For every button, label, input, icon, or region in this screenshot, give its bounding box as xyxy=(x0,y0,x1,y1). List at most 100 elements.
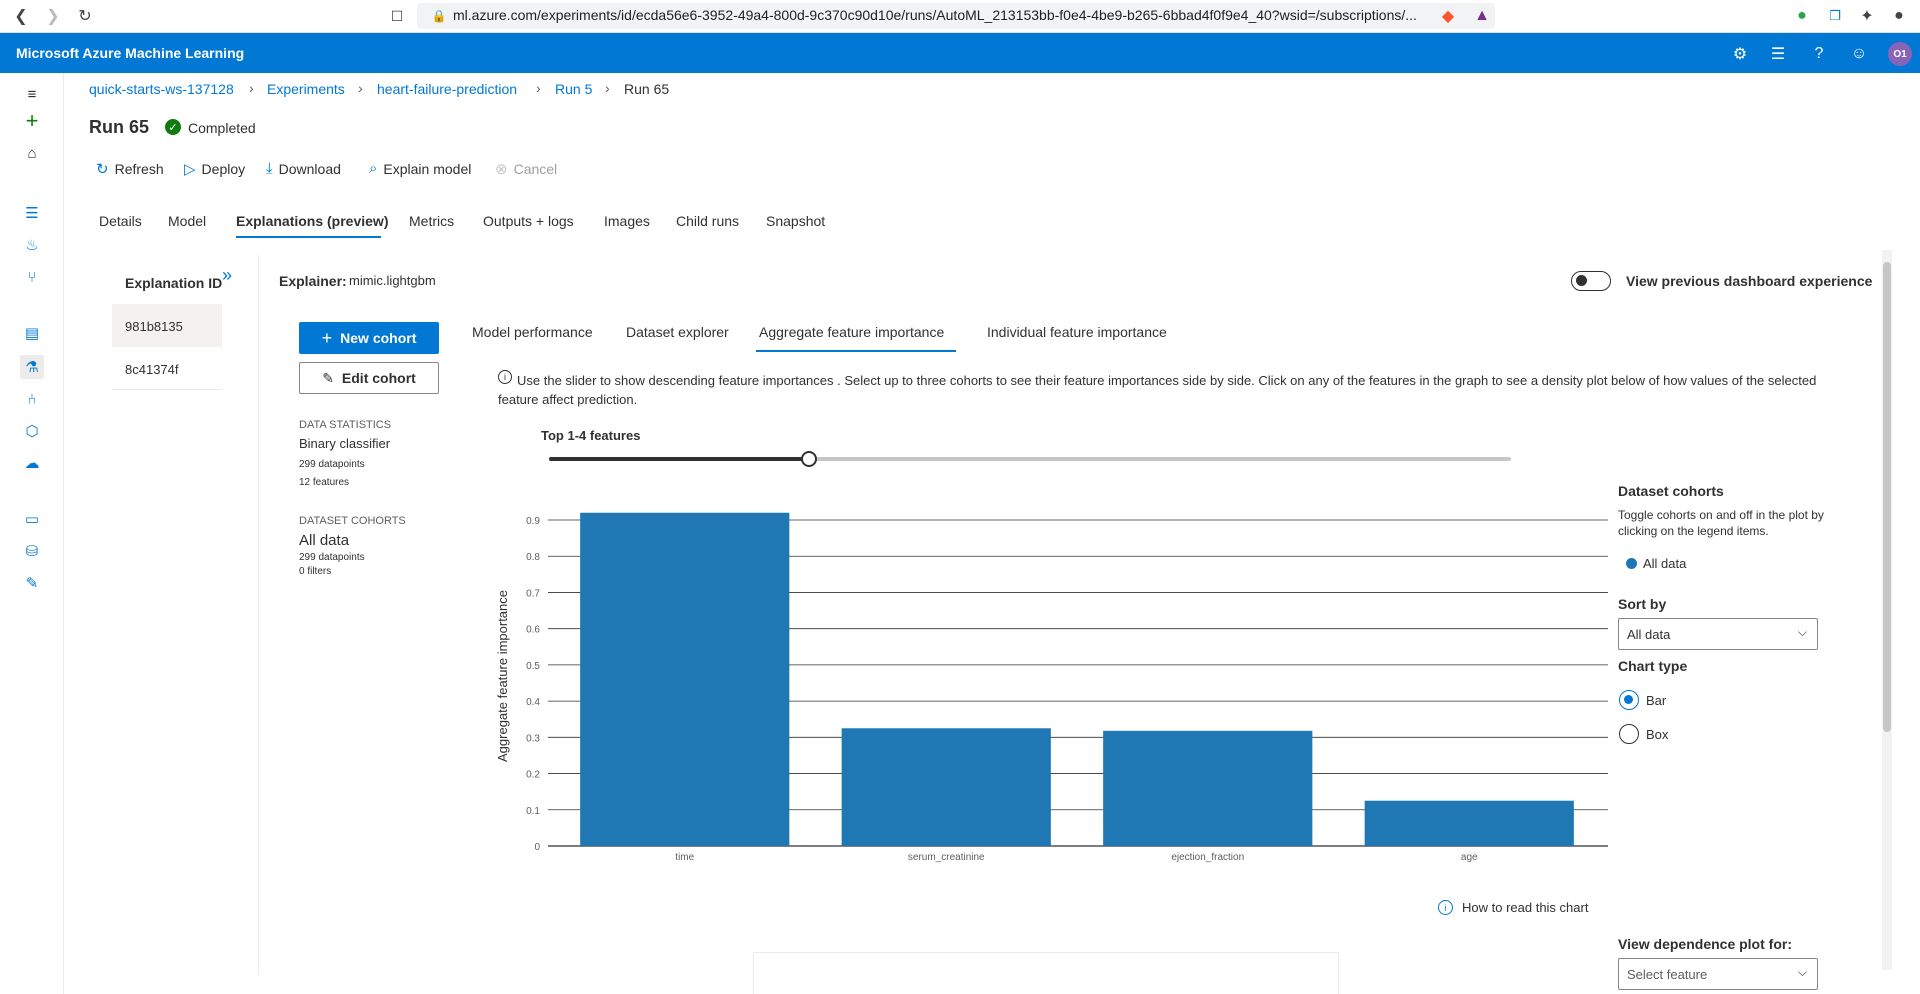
explain-model-label: Explain model xyxy=(383,160,472,177)
back-icon[interactable]: ❮ xyxy=(10,5,32,27)
feedback-icon[interactable]: ☰ xyxy=(1767,43,1789,65)
home-icon[interactable]: ⌂ xyxy=(20,141,44,165)
breadcrumb-parent-run[interactable]: Run 5 xyxy=(555,81,592,97)
cancel-button[interactable]: ⊗ Cancel xyxy=(495,160,557,178)
classifier-type: Binary classifier xyxy=(299,436,391,451)
page-title: Run 65 xyxy=(89,117,150,137)
download-label: Download xyxy=(278,160,341,177)
data-statistics-title: DATA STATISTICS xyxy=(299,419,392,431)
chevron-down-icon: ⌵ xyxy=(1797,625,1807,639)
chevron-right-icon: › xyxy=(358,80,363,96)
check-circle-icon: ✓ xyxy=(165,119,181,135)
tab-aggregate-feature-importance[interactable]: Aggregate feature importance xyxy=(759,324,944,340)
edit-cohort-button[interactable]: ✎ Edit cohort xyxy=(299,362,439,394)
radio-bar[interactable] xyxy=(1619,690,1639,710)
tab-snapshot[interactable]: Snapshot xyxy=(766,213,825,229)
cancel-label: Cancel xyxy=(513,161,558,177)
y-tick-label: 0.8 xyxy=(526,552,540,563)
bar-age[interactable] xyxy=(1364,800,1574,846)
cohort-name: All data xyxy=(299,532,350,549)
dependence-placeholder: Select feature xyxy=(1627,967,1708,982)
extension-green-icon[interactable]: ● xyxy=(1791,5,1813,27)
tab-model[interactable]: Model xyxy=(168,213,206,229)
hamburger-icon[interactable]: ≡ xyxy=(20,82,44,106)
datastores-icon[interactable]: ⛁ xyxy=(20,539,44,563)
scrollbar-thumb[interactable] xyxy=(1883,262,1891,732)
y-axis-label: Aggregate feature importance xyxy=(495,590,510,762)
settings-icon[interactable]: ⚙ xyxy=(1729,43,1751,65)
extensions-puzzle-icon[interactable]: ✦ xyxy=(1856,5,1878,27)
cohort-datapoints: 299 datapoints xyxy=(299,552,365,563)
tab-child-runs[interactable]: Child runs xyxy=(676,213,739,229)
labeling-icon[interactable]: ✎ xyxy=(20,571,44,595)
deploy-label: Deploy xyxy=(201,161,246,177)
breadcrumb-experiments[interactable]: Experiments xyxy=(267,81,345,97)
list-item[interactable]: 981b8135 xyxy=(112,304,222,347)
chevron-right-icon: › xyxy=(536,80,541,96)
breadcrumb-workspace[interactable]: quick-starts-ws-137128 xyxy=(89,81,234,97)
x-tick-label: serum_creatinine xyxy=(908,852,985,863)
avatar[interactable]: O1 xyxy=(1888,42,1912,66)
plus-icon[interactable]: + xyxy=(20,108,44,133)
sort-by-dropdown[interactable]: All data ⌵ xyxy=(1618,618,1818,650)
tab-individual-feature-importance[interactable]: Individual feature importance xyxy=(987,324,1167,340)
tab-metrics[interactable]: Metrics xyxy=(409,213,454,229)
previous-dashboard-toggle[interactable] xyxy=(1571,271,1611,291)
new-cohort-button[interactable]: + New cohort xyxy=(299,322,439,354)
forward-icon[interactable]: ❯ xyxy=(42,5,64,27)
bar-serum_creatinine[interactable] xyxy=(841,728,1051,846)
pipelines-icon[interactable]: ⑃ xyxy=(20,387,44,411)
play-icon: ▷ xyxy=(184,161,196,178)
tab-outputs-logs[interactable]: Outputs + logs xyxy=(483,213,574,229)
tab-model-performance[interactable]: Model performance xyxy=(472,324,593,340)
slider-label: Top 1-4 features xyxy=(541,428,641,443)
explain-model-button[interactable]: ⌕ Explain model xyxy=(369,160,471,177)
bar-chart: 0 0.1 0.2 0.3 0.4 0.5 0.6 0.7 0.8 0.9 time serum_cr… xyxy=(495,512,1608,863)
experiments-icon[interactable]: ⚗ xyxy=(20,355,44,379)
extension-new-icon[interactable]: ❐ xyxy=(1824,5,1846,27)
datapoints-count: 299 datapoints xyxy=(299,459,365,470)
download-button[interactable]: ⤓ Download xyxy=(266,160,341,177)
models-icon[interactable]: ⬡ xyxy=(20,419,44,443)
how-to-read-link[interactable]: How to read this chart xyxy=(1462,900,1588,915)
refresh-icon: ↻ xyxy=(96,161,109,178)
automl-icon[interactable]: ♨ xyxy=(20,233,44,257)
bar-time[interactable] xyxy=(580,512,790,846)
y-tick-label: 0.2 xyxy=(526,770,540,781)
new-cohort-label: New cohort xyxy=(340,330,417,346)
app-title[interactable]: Microsoft Azure Machine Learning xyxy=(16,45,244,61)
datasets-icon[interactable]: ▤ xyxy=(20,321,44,345)
radio-bar-label: Bar xyxy=(1646,693,1667,708)
slider-thumb[interactable] xyxy=(800,451,817,467)
help-icon[interactable]: ? xyxy=(1808,43,1830,65)
smiley-icon[interactable]: ☺ xyxy=(1848,43,1870,65)
url-text[interactable]: ml.azure.com/experiments/id/ecda56e6-395… xyxy=(453,7,1417,23)
endpoints-icon[interactable]: ☁ xyxy=(20,451,44,475)
dependence-feature-dropdown[interactable]: Select feature ⌵ xyxy=(1618,958,1818,990)
bar-ejection_fraction[interactable] xyxy=(1103,730,1313,846)
lock-icon: 🔒 xyxy=(431,9,447,23)
brave-shield-icon[interactable]: ◆ xyxy=(1437,5,1459,27)
bookmark-icon[interactable]: ☐ xyxy=(386,5,408,27)
legend-item[interactable]: All data xyxy=(1626,556,1686,571)
designer-icon[interactable]: ⑂ xyxy=(20,265,44,289)
reload-icon[interactable]: ↻ xyxy=(74,5,96,27)
tab-details[interactable]: Details xyxy=(99,213,142,229)
radio-box[interactable] xyxy=(1619,724,1639,744)
tab-dataset-explorer[interactable]: Dataset explorer xyxy=(626,324,729,340)
tab-explanations[interactable]: Explanations (preview) xyxy=(236,213,388,229)
active-subtab-underline xyxy=(756,350,956,352)
compute-icon[interactable]: ▭ xyxy=(20,507,44,531)
menu-icon[interactable]: ● xyxy=(1888,5,1910,27)
list-item[interactable]: 8c41374f xyxy=(112,347,222,390)
notebooks-icon[interactable]: ☰ xyxy=(20,201,44,225)
download-icon: ⤓ xyxy=(266,160,273,177)
brave-rewards-icon[interactable]: ▲ xyxy=(1471,5,1493,27)
dataset-cohorts-title: DATASET COHORTS xyxy=(299,515,406,527)
breadcrumb-experiment[interactable]: heart-failure-prediction xyxy=(377,81,517,97)
refresh-button[interactable]: ↻ Refresh xyxy=(96,160,164,178)
tab-images[interactable]: Images xyxy=(604,213,650,229)
slider-fill xyxy=(549,457,809,461)
expand-icon[interactable]: » xyxy=(222,265,232,286)
deploy-button[interactable]: ▷ Deploy xyxy=(184,160,245,178)
